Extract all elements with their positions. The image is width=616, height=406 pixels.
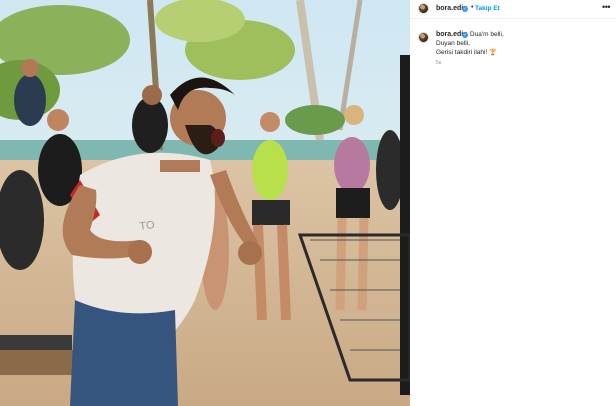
beach-celebration-photo: TO xyxy=(0,0,410,406)
caption-line-1: Dua'm belli, xyxy=(470,31,504,38)
post-sidebar: bora.edin ✓ • Takip Et ••• bora.edin ✓ D… xyxy=(410,0,616,406)
caption-line-3: Gerisi takdiri ilahi! 🏆 xyxy=(436,49,497,56)
avatar[interactable] xyxy=(418,3,429,14)
verified-badge-icon: ✓ xyxy=(462,6,468,12)
follow-button[interactable]: Takip Et xyxy=(475,5,500,12)
trophy-icon: 🏆 xyxy=(489,50,497,56)
post-header: bora.edin ✓ • Takip Et ••• xyxy=(410,0,616,19)
separator-dot: • xyxy=(471,4,474,11)
svg-text:TO: TO xyxy=(139,219,156,233)
caption-line-2: Duyan belli, xyxy=(436,40,470,47)
verified-badge-icon: ✓ xyxy=(462,32,468,38)
more-options-icon[interactable]: ••• xyxy=(602,2,610,12)
caption-line-3-text: Gerisi takdiri ilahi! xyxy=(436,49,488,56)
caption-avatar[interactable] xyxy=(418,32,429,43)
post-timestamp[interactable]: 5s xyxy=(436,60,441,66)
post-image[interactable]: TO xyxy=(0,0,410,406)
